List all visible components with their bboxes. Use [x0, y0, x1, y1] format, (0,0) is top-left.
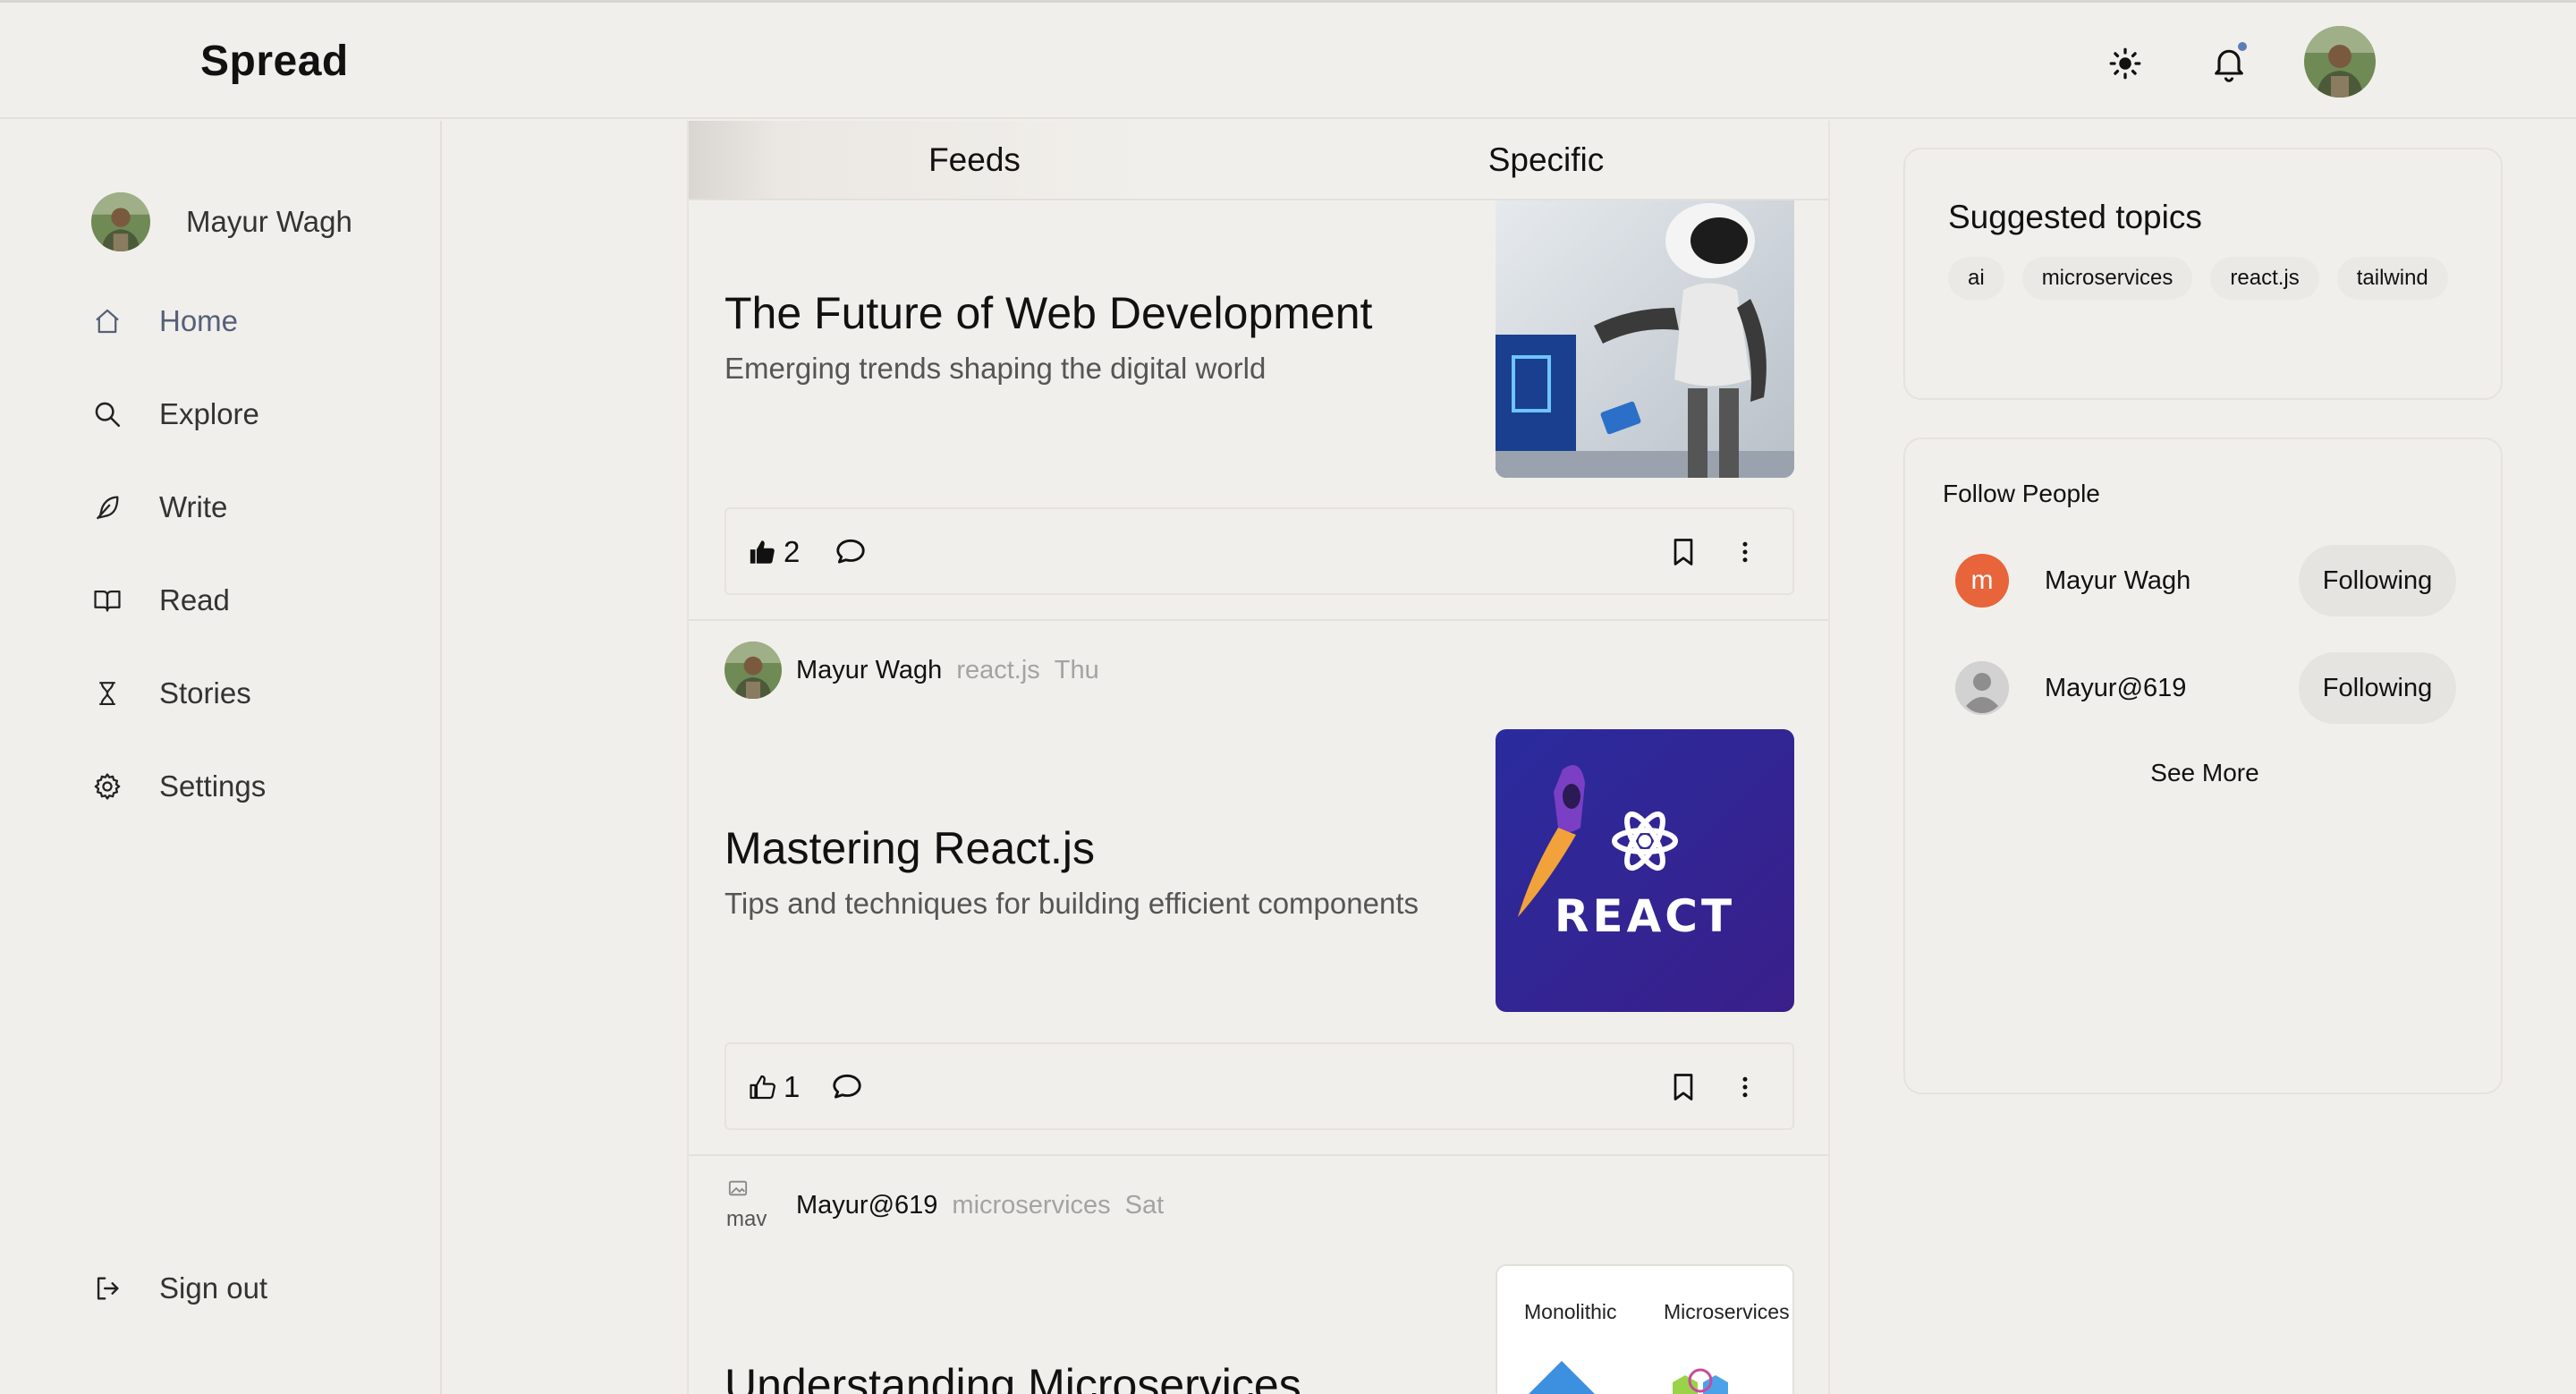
sidebar-item-label: Explore	[159, 397, 259, 430]
comment-icon	[836, 539, 865, 564]
hourglass-icon	[91, 677, 123, 710]
topic-chip-ai[interactable]: ai	[1948, 257, 2004, 300]
sign-out-icon	[91, 1272, 123, 1305]
post-divider	[689, 1154, 1828, 1156]
post-author[interactable]: Mayur Wagh	[796, 656, 942, 685]
suggested-topics-title: Suggested topics	[1948, 199, 2202, 235]
search-icon	[91, 398, 123, 430]
sidebar-item-label: Read	[159, 583, 230, 616]
sidebar-item-label: Stories	[159, 676, 251, 710]
sun-icon	[2109, 47, 2141, 80]
post-thumbnail-microservices[interactable]: Monolithic Microservices	[1496, 1264, 1794, 1394]
post-meta: Mayur Wagh react.js Thu	[724, 642, 1099, 699]
brand-logo[interactable]: Spread	[200, 37, 349, 86]
sidebar-item-explore[interactable]: Explore	[91, 387, 259, 441]
book-icon	[91, 584, 123, 616]
post-title[interactable]: Mastering React.js	[724, 822, 1095, 874]
topic-chip-microservices[interactable]: microservices	[2021, 257, 2193, 300]
follow-person-row: m Mayur Wagh Following	[1955, 545, 2456, 616]
post-meta: mav Mayur@619 microservices Sat	[724, 1177, 1164, 1234]
more-vertical-icon	[1742, 1076, 1748, 1098]
tab-feeds[interactable]: Feeds	[689, 121, 1260, 199]
following-button[interactable]: Following	[2299, 652, 2456, 724]
person-name[interactable]: Mayur@619	[2045, 674, 2295, 703]
theme-toggle-button[interactable]	[2098, 37, 2152, 90]
avatar[interactable]: m	[1955, 554, 2009, 608]
top-header: Spread	[0, 3, 2576, 119]
post-title[interactable]: Understanding Microservices	[724, 1359, 1301, 1394]
gear-icon	[91, 770, 123, 803]
default-user-icon[interactable]	[1955, 661, 2009, 715]
sign-out-label: Sign out	[159, 1271, 268, 1305]
follow-person-row: Mayur@619 Following	[1955, 652, 2456, 724]
post-divider	[689, 619, 1828, 621]
post-actions-bar: 2	[724, 507, 1794, 595]
author-avatar-broken-image[interactable]: mav	[724, 1177, 782, 1234]
suggested-topics-card: Suggested topics ai microservices react.…	[1903, 148, 2503, 400]
sidebar-item-label: Settings	[159, 769, 267, 803]
sidebar-item-stories[interactable]: Stories	[91, 667, 251, 720]
follow-people-title: Follow People	[1943, 480, 2100, 507]
comment-icon	[833, 1074, 861, 1099]
more-options-button[interactable]	[1732, 531, 1758, 574]
post-date: Sat	[1124, 1190, 1165, 1220]
post-title[interactable]: The Future of Web Development	[724, 287, 1372, 339]
comment-button[interactable]	[830, 1066, 864, 1109]
sidebar-item-settings[interactable]: Settings	[91, 760, 266, 813]
like-button[interactable]: 2	[748, 531, 800, 574]
left-sidebar: Mayur Wagh Home Explore Write Read Stori…	[0, 121, 442, 1394]
topic-chip-reactjs[interactable]: react.js	[2210, 257, 2319, 300]
react-image-text: REACT	[1554, 890, 1736, 942]
thumbs-up-icon	[750, 1075, 775, 1100]
sidebar-item-label: Write	[159, 490, 228, 523]
avatar-alt-text: mav	[726, 1207, 767, 1231]
sidebar-item-label: Home	[159, 304, 239, 337]
author-avatar[interactable]	[724, 642, 782, 699]
notifications-button[interactable]	[2202, 37, 2256, 90]
tab-label: Feeds	[928, 140, 1021, 178]
post-topic[interactable]: react.js	[956, 656, 1039, 685]
feed-column: Feeds Specific The Future of Web Develop…	[687, 121, 1830, 1394]
tab-specific[interactable]: Specific	[1260, 121, 1828, 199]
notification-dot	[2236, 40, 2249, 53]
see-more-link[interactable]: See More	[1905, 759, 2504, 787]
sidebar-profile[interactable]: Mayur Wagh	[91, 192, 352, 251]
more-vertical-icon	[1742, 541, 1748, 563]
more-options-button[interactable]	[1732, 1066, 1758, 1109]
following-button[interactable]: Following	[2299, 545, 2456, 616]
avatar-initial: m	[1970, 565, 1994, 595]
thumbs-up-filled-icon	[750, 540, 775, 564]
post-actions-bar: 1	[724, 1042, 1794, 1130]
sign-out-button[interactable]: Sign out	[91, 1262, 267, 1315]
follow-people-card: Follow People m Mayur Wagh Following May…	[1903, 438, 2503, 1094]
topic-chip-tailwind[interactable]: tailwind	[2336, 257, 2448, 300]
post-thumbnail-robot[interactable]	[1496, 200, 1794, 478]
like-count: 2	[784, 535, 801, 568]
sidebar-item-write[interactable]: Write	[91, 480, 227, 534]
person-name[interactable]: Mayur Wagh	[2045, 566, 2295, 596]
sidebar-user-name: Mayur Wagh	[186, 205, 352, 238]
bookmark-button[interactable]	[1667, 1066, 1699, 1109]
user-avatar-button[interactable]	[2304, 26, 2376, 98]
bookmark-icon	[1674, 1074, 1693, 1101]
bookmark-button[interactable]	[1667, 531, 1699, 574]
post-thumbnail-react[interactable]: REACT	[1496, 729, 1794, 1012]
post-author[interactable]: Mayur@619	[796, 1191, 937, 1220]
avatar	[91, 192, 150, 251]
home-icon	[91, 305, 123, 337]
bookmark-icon	[1674, 539, 1693, 565]
post-subtitle: Emerging trends shaping the digital worl…	[724, 352, 1267, 385]
tab-label: Specific	[1487, 140, 1605, 178]
topic-chips: ai microservices react.js tailwind	[1948, 257, 2485, 300]
post-topic[interactable]: microservices	[952, 1191, 1110, 1220]
sidebar-item-home[interactable]: Home	[91, 294, 238, 348]
feed-tabs: Feeds Specific	[689, 121, 1828, 200]
comment-button[interactable]	[834, 531, 868, 574]
feather-icon	[91, 491, 123, 523]
post-subtitle: Tips and techniques for building efficie…	[724, 887, 1419, 920]
like-button[interactable]: 1	[748, 1066, 800, 1109]
sidebar-item-read[interactable]: Read	[91, 574, 230, 627]
like-count: 1	[784, 1070, 801, 1103]
post-date: Thu	[1054, 655, 1099, 684]
